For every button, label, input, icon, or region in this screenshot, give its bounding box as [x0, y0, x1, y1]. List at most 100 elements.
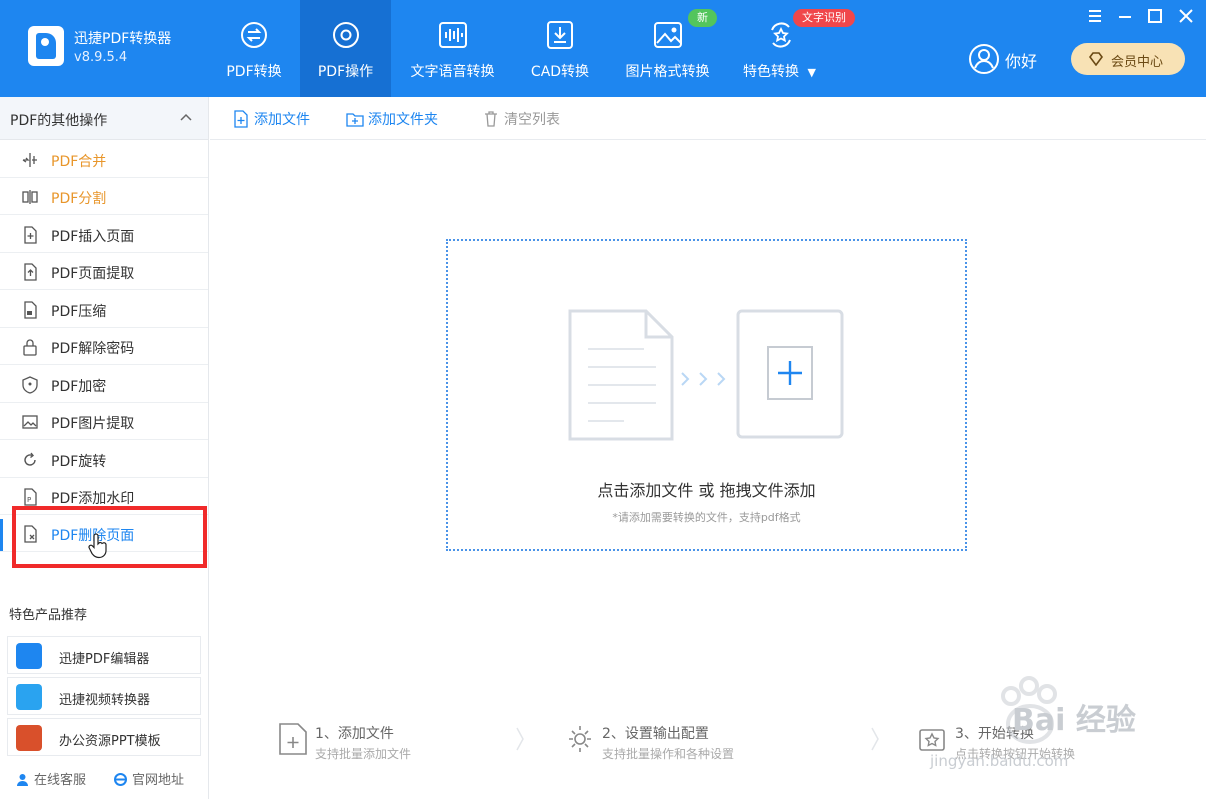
sidebar-item-label: PDF页面提取 [51, 266, 135, 282]
svg-text:P: P [27, 496, 31, 504]
add-file-button[interactable]: 添加文件 [232, 109, 310, 129]
featured-ppt-template[interactable]: 办公资源PPT模板 [7, 718, 201, 756]
merge-icon [22, 153, 37, 167]
convert-icon [241, 22, 267, 48]
add-folder-button[interactable]: 添加文件夹 [346, 109, 438, 129]
sidebar-item-split[interactable]: PDF分割 [0, 178, 208, 215]
sidebar-item-rotate[interactable]: PDF旋转 [0, 441, 208, 478]
tab-pdf-convert[interactable]: PDF转换 [210, 0, 298, 97]
sidebar-section-header[interactable]: PDF的其他操作 [0, 97, 208, 140]
ppt-template-icon [16, 725, 42, 751]
shield-icon [22, 376, 38, 394]
footer-website-label: 官网地址 [132, 773, 185, 788]
sidebar-item-label: PDF插入页面 [51, 229, 135, 245]
unlock-icon [23, 339, 37, 356]
featured-label: 迅捷PDF编辑器 [59, 652, 150, 667]
person-icon [17, 774, 28, 786]
add-file-step-icon [279, 723, 307, 755]
add-file-label: 添加文件 [254, 112, 310, 128]
video-converter-icon [16, 684, 42, 710]
sidebar-item-image-extract[interactable]: PDF图片提取 [0, 403, 208, 440]
step-title: 2、设置输出配置 [602, 726, 709, 742]
trash-icon [485, 111, 497, 127]
active-indicator [0, 519, 3, 551]
featured-video-converter[interactable]: 迅捷视频转换器 [7, 677, 201, 715]
sidebar-item-compress[interactable]: PDF压缩 [0, 291, 208, 328]
drop-zone-title: 点击添加文件 或 拖拽文件添加 [597, 481, 816, 500]
watermark-icon: P [24, 488, 37, 506]
menu-icon[interactable] [1087, 8, 1103, 24]
drop-illustration [568, 309, 844, 441]
sidebar-item-insert-page[interactable]: PDF插入页面 [0, 216, 208, 253]
sidebar-item-label: PDF图片提取 [51, 416, 135, 432]
clear-list-label: 清空列表 [504, 112, 560, 128]
insert-page-icon [24, 226, 37, 244]
app-name: 迅捷PDF转换器 [74, 31, 172, 47]
tab-label: PDF操作 [317, 64, 374, 80]
vip-center-button[interactable]: 会员中心 [1071, 43, 1185, 75]
chevron-right-icon [871, 727, 879, 751]
star-convert-icon [771, 22, 791, 48]
top-bar: 迅捷PDF转换器 v8.9.5.4 PDF转换 PDF操作 文字语音转换 CAD… [0, 0, 1206, 97]
file-drop-zone[interactable]: 点击添加文件 或 拖拽文件添加 *请添加需要转换的文件，支持pdf格式 [446, 239, 967, 551]
add-folder-icon [346, 113, 364, 127]
chevron-down-icon: ▼ [807, 66, 816, 79]
highlight-box [12, 506, 207, 568]
maximize-icon[interactable] [1147, 8, 1163, 24]
tab-cad-convert[interactable]: CAD转换 [520, 0, 600, 97]
tab-label: 文字语音转换 [410, 64, 495, 80]
user-avatar-icon[interactable] [968, 43, 1000, 75]
minimize-icon[interactable] [1117, 8, 1133, 24]
tab-label: 图片格式转换 [625, 64, 710, 80]
sidebar-item-unlock[interactable]: PDF解除密码 [0, 328, 208, 365]
image-extract-icon [22, 415, 38, 429]
compress-icon [24, 301, 37, 319]
image-icon [653, 22, 682, 48]
drop-zone-subtitle: *请添加需要转换的文件，支持pdf格式 [612, 511, 801, 524]
rotate-icon [24, 452, 36, 466]
section-title: PDF的其他操作 [10, 113, 108, 129]
new-badge: 新 [688, 9, 717, 27]
watermark-url: jingyan.baidu.com [930, 752, 1069, 770]
add-file-icon [234, 110, 248, 128]
add-folder-label: 添加文件夹 [368, 112, 438, 128]
sidebar-item-label: PDF添加水印 [51, 491, 135, 507]
user-name[interactable]: 你好 [1005, 48, 1037, 72]
settings-gear-icon [569, 726, 591, 752]
split-icon [22, 190, 38, 204]
tab-label: 特色转换 ▼ [743, 64, 816, 80]
chevron-right-icon [516, 727, 524, 751]
diamond-icon [1089, 52, 1103, 66]
website-link[interactable]: 官网地址 [114, 769, 184, 788]
sidebar-item-label: PDF合并 [51, 154, 107, 170]
sidebar-item-extract-page[interactable]: PDF页面提取 [0, 253, 208, 290]
sidebar-item-encrypt[interactable]: PDF加密 [0, 366, 208, 403]
gear-icon [332, 22, 359, 48]
ocr-badge: 文字识别 [793, 9, 855, 27]
sidebar-item-label: PDF压缩 [51, 304, 107, 320]
extract-page-icon [24, 263, 37, 281]
cad-icon [547, 21, 573, 49]
vip-label: 会员中心 [1111, 55, 1164, 70]
app-version: v8.9.5.4 [74, 50, 128, 65]
watermark-text: Bai 经验 [1012, 703, 1136, 738]
sidebar-item-label: PDF分割 [51, 191, 107, 207]
clear-list-button[interactable]: 清空列表 [482, 109, 560, 129]
browser-icon [114, 773, 127, 786]
pdf-editor-icon [16, 643, 42, 669]
step-subtitle: 支持批量操作和各种设置 [602, 747, 735, 761]
sidebar-item-label: PDF加密 [51, 379, 107, 395]
footer-service-label: 在线客服 [34, 773, 87, 788]
step-subtitle: 支持批量添加文件 [315, 747, 412, 761]
close-icon[interactable] [1178, 8, 1194, 24]
audio-wave-icon [438, 22, 467, 48]
tab-pdf-operate[interactable]: PDF操作 [300, 0, 391, 97]
sidebar-item-label: PDF旋转 [51, 454, 107, 470]
step-title: 1、添加文件 [315, 726, 394, 742]
sidebar-item-merge[interactable]: PDF合并 [0, 141, 208, 178]
tab-label: PDF转换 [226, 64, 282, 80]
online-service-link[interactable]: 在线客服 [16, 769, 86, 788]
chevron-up-icon[interactable] [180, 113, 192, 121]
tab-text-speech[interactable]: 文字语音转换 [400, 0, 505, 97]
featured-pdf-editor[interactable]: 迅捷PDF编辑器 [7, 636, 201, 674]
